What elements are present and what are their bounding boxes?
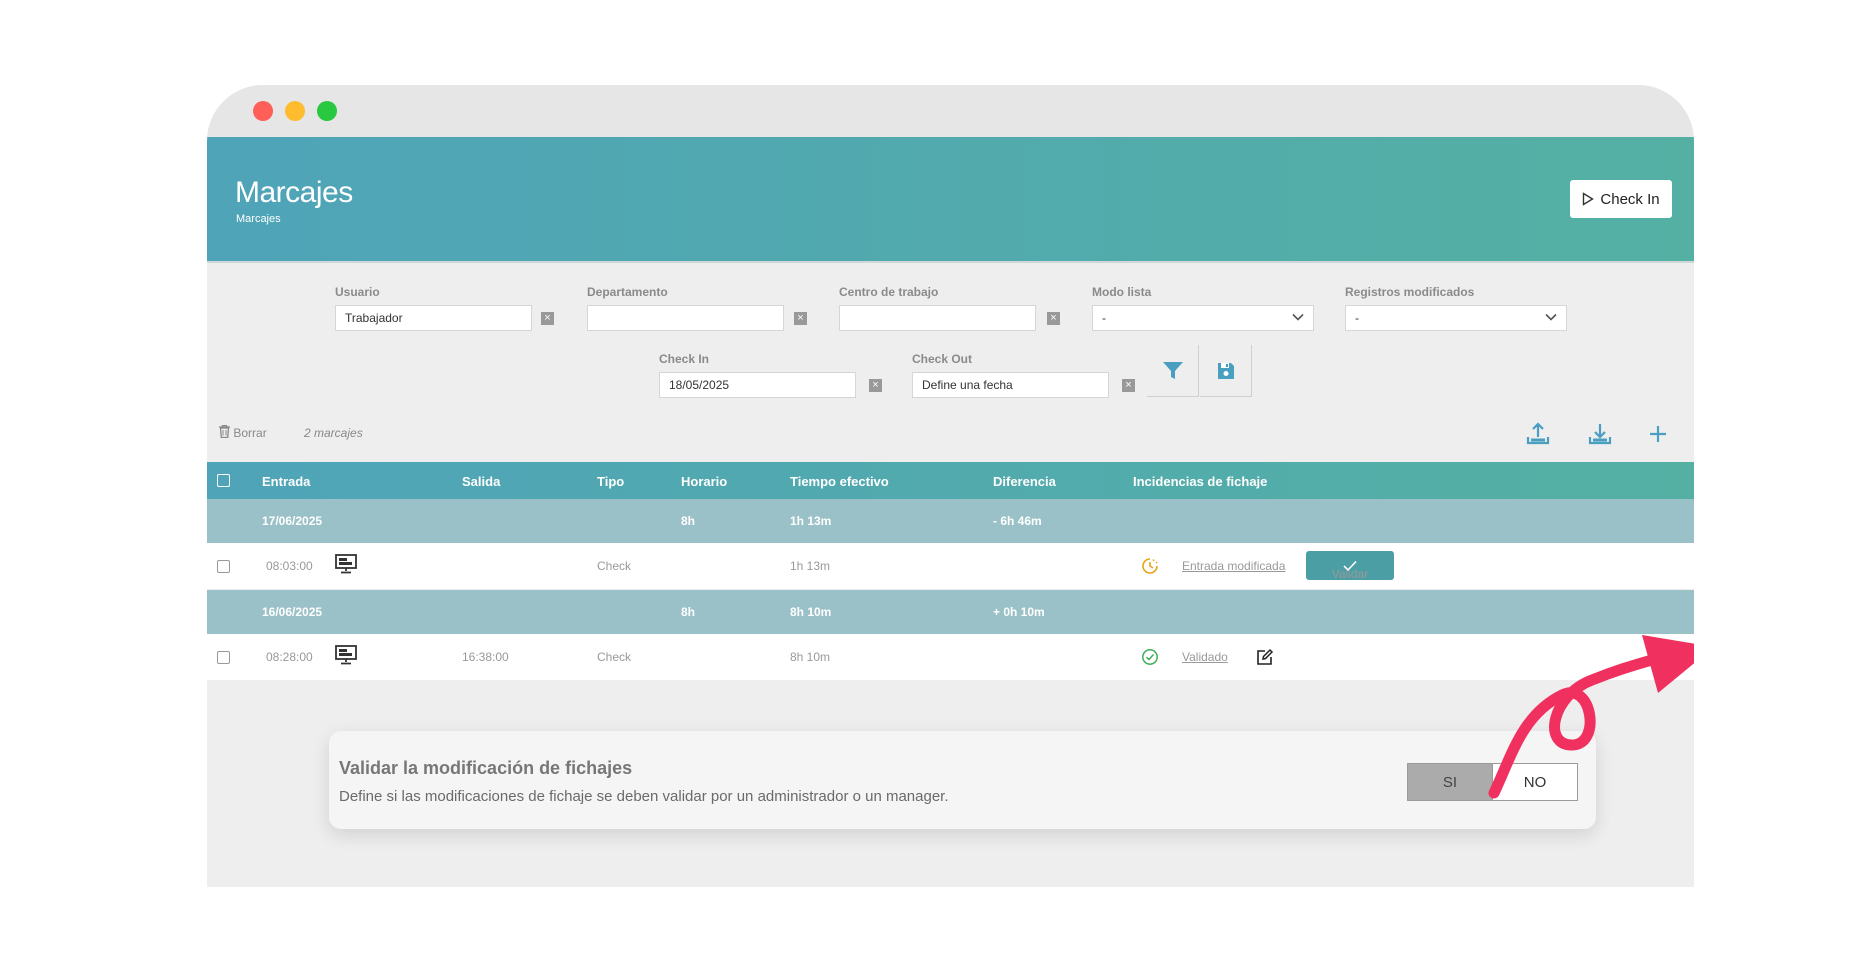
group-date: 16/06/2025: [262, 605, 323, 619]
close-window-button[interactable]: [253, 101, 273, 121]
delete-label: Borrar: [233, 426, 267, 440]
table-row: 08:03:00 Check 1h 13m Entrada modificada…: [207, 543, 1694, 589]
check-out-date-input[interactable]: Define una fecha: [912, 372, 1109, 398]
group-date: 17/06/2025: [262, 514, 323, 528]
toggle-yes-option[interactable]: SI: [1408, 764, 1492, 800]
departamento-label: Departamento: [587, 285, 668, 299]
clock-warning-icon: [1142, 558, 1158, 574]
title-bar: [207, 85, 1694, 137]
group-diferencia: - 6h 46m: [993, 514, 1042, 528]
departamento-input[interactable]: [587, 305, 784, 331]
row-entrada: 08:28:00: [266, 650, 313, 664]
breadcrumb: Marcajes: [236, 213, 281, 225]
validation-setting-card: Validar la modificación de fichajes Defi…: [329, 731, 1596, 829]
setting-title: Validar la modificación de fichajes: [339, 758, 633, 778]
row-tiempo: 1h 13m: [790, 559, 831, 573]
incidencia-link[interactable]: Entrada modificada: [1182, 559, 1285, 573]
usuario-input[interactable]: Trabajador: [335, 305, 532, 331]
row-salida: 16:38:00: [462, 650, 509, 664]
col-horario[interactable]: Horario: [681, 474, 727, 489]
usuario-clear-icon[interactable]: ×: [541, 312, 554, 325]
app-window: Marcajes Marcajes Check In Usuario Traba…: [207, 85, 1694, 887]
chevron-down-icon: [1545, 313, 1557, 321]
chevron-down-icon: [1292, 313, 1304, 321]
row-checkbox[interactable]: [217, 651, 230, 664]
departamento-clear-icon[interactable]: ×: [794, 312, 807, 325]
registros-label: Registros modificados: [1345, 285, 1475, 299]
check-in-date-input[interactable]: 18/05/2025: [659, 372, 856, 398]
maximize-window-button[interactable]: [317, 101, 337, 121]
annotation-arrow-icon: [1488, 635, 1694, 799]
delete-button[interactable]: Borrar: [219, 424, 267, 440]
registros-value: -: [1355, 311, 1359, 325]
download-icon[interactable]: [1587, 421, 1613, 447]
table-row: 08:28:00 16:38:00 Check 8h 10m Validado: [207, 634, 1694, 680]
check-in-button[interactable]: Check In: [1570, 180, 1672, 218]
registros-select[interactable]: -: [1345, 305, 1567, 331]
page-header: Marcajes Marcajes Check In: [207, 137, 1694, 263]
col-tipo[interactable]: Tipo: [597, 474, 624, 489]
col-entrada[interactable]: Entrada: [262, 474, 310, 489]
computer-icon: [335, 645, 357, 665]
group-diferencia: + 0h 10m: [993, 605, 1045, 619]
table-group-row: 16/06/2025 8h 8h 10m + 0h 10m: [207, 590, 1694, 634]
validar-button[interactable]: Validar: [1306, 551, 1394, 581]
check-circle-icon: [1142, 649, 1158, 665]
filters-panel: Usuario Trabajador × Departamento × Cent…: [207, 263, 1694, 463]
play-icon: [1583, 192, 1595, 206]
modo-lista-value: -: [1102, 311, 1106, 325]
usuario-label: Usuario: [335, 285, 380, 299]
filter-icon: [1162, 361, 1183, 379]
trash-icon: [219, 424, 230, 439]
col-salida[interactable]: Salida: [462, 474, 500, 489]
computer-icon: [335, 554, 357, 574]
table-group-row: 17/06/2025 8h 1h 13m - 6h 46m: [207, 499, 1694, 543]
check-out-clear-icon[interactable]: ×: [1122, 379, 1135, 392]
centro-label: Centro de trabajo: [839, 285, 939, 299]
col-tiempo-efectivo[interactable]: Tiempo efectivo: [790, 474, 889, 489]
check-in-filter-label: Check In: [659, 352, 710, 366]
incidencia-link[interactable]: Validado: [1182, 650, 1228, 664]
group-horario: 8h: [681, 514, 696, 528]
validar-label: Validar: [1331, 567, 1369, 581]
record-count: 2 marcajes: [304, 426, 363, 440]
upload-icon[interactable]: [1525, 421, 1551, 447]
modo-lista-label: Modo lista: [1092, 285, 1152, 299]
row-entrada: 08:03:00: [266, 559, 313, 573]
row-tiempo: 8h 10m: [790, 650, 831, 664]
col-diferencia[interactable]: Diferencia: [993, 474, 1056, 489]
check-out-filter-label: Check Out: [912, 352, 973, 366]
group-horario: 8h: [681, 605, 696, 619]
centro-clear-icon[interactable]: ×: [1047, 312, 1060, 325]
group-tiempo: 1h 13m: [790, 514, 832, 528]
apply-filter-button[interactable]: [1147, 345, 1199, 397]
check-in-clear-icon[interactable]: ×: [869, 379, 882, 392]
centro-input[interactable]: [839, 305, 1036, 331]
modo-lista-select[interactable]: -: [1092, 305, 1314, 331]
add-icon[interactable]: [1645, 421, 1671, 447]
setting-description: Define si las modificaciones de fichaje …: [339, 788, 949, 805]
row-tipo: Check: [597, 650, 632, 664]
row-checkbox[interactable]: [217, 560, 230, 573]
page-title: Marcajes: [235, 176, 353, 209]
save-icon: [1217, 362, 1234, 379]
table-header: Entrada Salida Tipo Horario Tiempo efect…: [207, 462, 1694, 499]
edit-icon[interactable]: [1256, 648, 1274, 666]
minimize-window-button[interactable]: [285, 101, 305, 121]
group-tiempo: 8h 10m: [790, 605, 832, 619]
select-all-checkbox[interactable]: [217, 474, 230, 487]
col-incidencias[interactable]: Incidencias de fichaje: [1133, 474, 1267, 489]
check-in-label: Check In: [1600, 190, 1660, 208]
row-tipo: Check: [597, 559, 632, 573]
save-filter-button[interactable]: [1200, 345, 1252, 397]
